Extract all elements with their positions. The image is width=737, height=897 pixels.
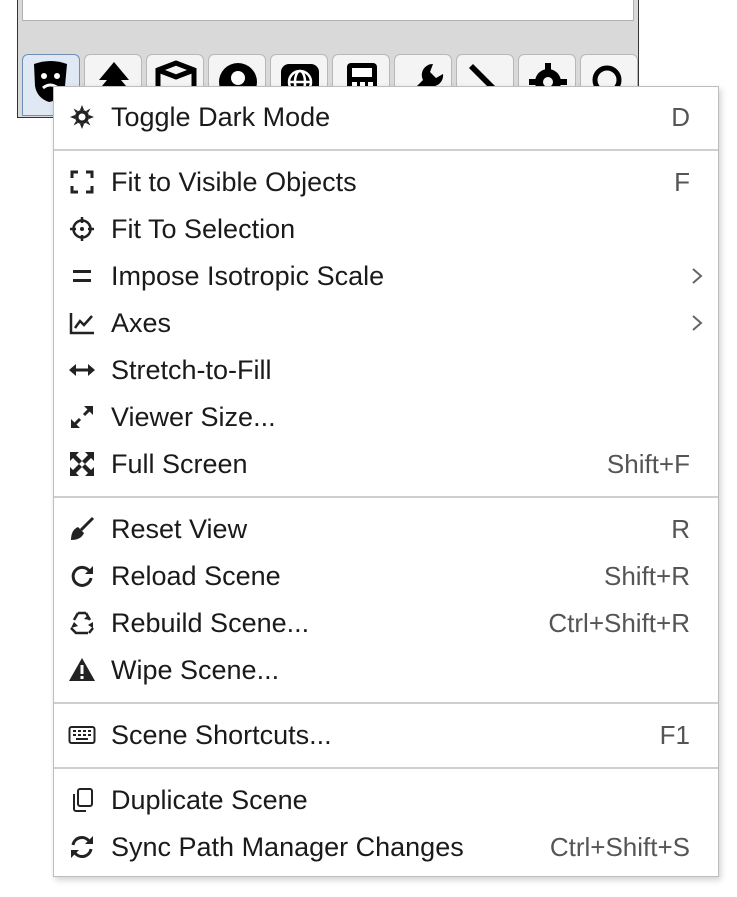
menu-item-label: Fit to Visible Objects (111, 166, 357, 197)
view-menu: Toggle Dark Mode D Fit to Visible Object… (53, 86, 719, 877)
menu-item-label: Wipe Scene... (111, 654, 280, 685)
menu-separator (54, 149, 718, 151)
menu-item-shortcut: F1 (659, 719, 690, 750)
menu-item-isotropic-scale[interactable]: Impose Isotropic Scale (54, 253, 718, 299)
menu-item-shortcut: F (674, 166, 690, 197)
menu-item-label: Impose Isotropic Scale (111, 260, 385, 291)
menu-item-duplicate-scene[interactable]: Duplicate Scene (54, 777, 718, 823)
menu-separator (54, 702, 718, 704)
menu-item-reload-scene[interactable]: Reload Scene Shift+R (54, 553, 718, 599)
crosshair-icon (68, 217, 96, 241)
menu-item-shortcut: Shift+F (606, 448, 690, 479)
canvas-area[interactable] (22, 0, 634, 21)
fullscreen-icon (68, 452, 96, 476)
menu-item-label: Full Screen (111, 448, 248, 479)
menu-item-wipe-scene[interactable]: Wipe Scene... (54, 647, 718, 693)
menu-item-fit-selection[interactable]: Fit To Selection (54, 206, 718, 252)
menu-item-stretch-to-fill[interactable]: Stretch-to-Fill (54, 347, 718, 393)
menu-separator (54, 767, 718, 769)
menu-item-label: Axes (111, 307, 172, 338)
menu-item-label: Duplicate Scene (111, 784, 308, 815)
equals-icon (68, 264, 96, 288)
horizontal-arrows-icon (68, 358, 96, 382)
menu-item-shortcut: R (671, 513, 690, 544)
menu-item-label: Sync Path Manager Changes (111, 831, 464, 862)
menu-separator (54, 496, 718, 498)
submenu-arrow-icon (692, 268, 703, 284)
menu-item-label: Reload Scene (111, 560, 281, 591)
menu-item-label: Stretch-to-Fill (111, 354, 272, 385)
menu-item-viewer-size[interactable]: Viewer Size... (54, 394, 718, 440)
line-chart-icon (68, 311, 96, 335)
copy-icon (68, 788, 96, 812)
menu-item-axes[interactable]: Axes (54, 300, 718, 346)
submenu-arrow-icon (692, 315, 703, 331)
recycle-icon (68, 611, 96, 635)
menu-item-label: Reset View (111, 513, 248, 544)
menu-item-label: Toggle Dark Mode (111, 101, 331, 132)
menu-item-shortcut: Shift+R (604, 560, 690, 591)
menu-item-rebuild-scene[interactable]: Rebuild Scene... Ctrl+Shift+R (54, 600, 718, 646)
menu-item-reset-view[interactable]: Reset View R (54, 506, 718, 552)
menu-item-toggle-dark-mode[interactable]: Toggle Dark Mode D (54, 94, 718, 140)
menu-item-label: Viewer Size... (111, 401, 276, 432)
menu-item-label: Rebuild Scene... (111, 607, 310, 638)
menu-item-sync-path-manager[interactable]: Sync Path Manager Changes Ctrl+Shift+S (54, 824, 718, 870)
sync-icon (68, 835, 96, 859)
menu-item-shortcut: Ctrl+Shift+R (548, 607, 690, 638)
menu-item-label: Fit To Selection (111, 213, 296, 244)
menu-item-fit-visible[interactable]: Fit to Visible Objects F (54, 159, 718, 205)
reload-icon (68, 564, 96, 588)
keyboard-icon (68, 723, 96, 747)
expand-corners-icon (68, 170, 96, 194)
menu-item-label: Scene Shortcuts... (111, 719, 332, 750)
menu-item-shortcut: D (671, 101, 690, 132)
warning-icon (68, 658, 96, 682)
sun-icon (68, 105, 96, 129)
diagonal-arrows-icon (68, 405, 96, 429)
menu-item-shortcut: Ctrl+Shift+S (549, 831, 690, 862)
menu-item-full-screen[interactable]: Full Screen Shift+F (54, 441, 718, 487)
menu-item-scene-shortcuts[interactable]: Scene Shortcuts... F1 (54, 712, 718, 758)
broom-icon (68, 516, 96, 541)
